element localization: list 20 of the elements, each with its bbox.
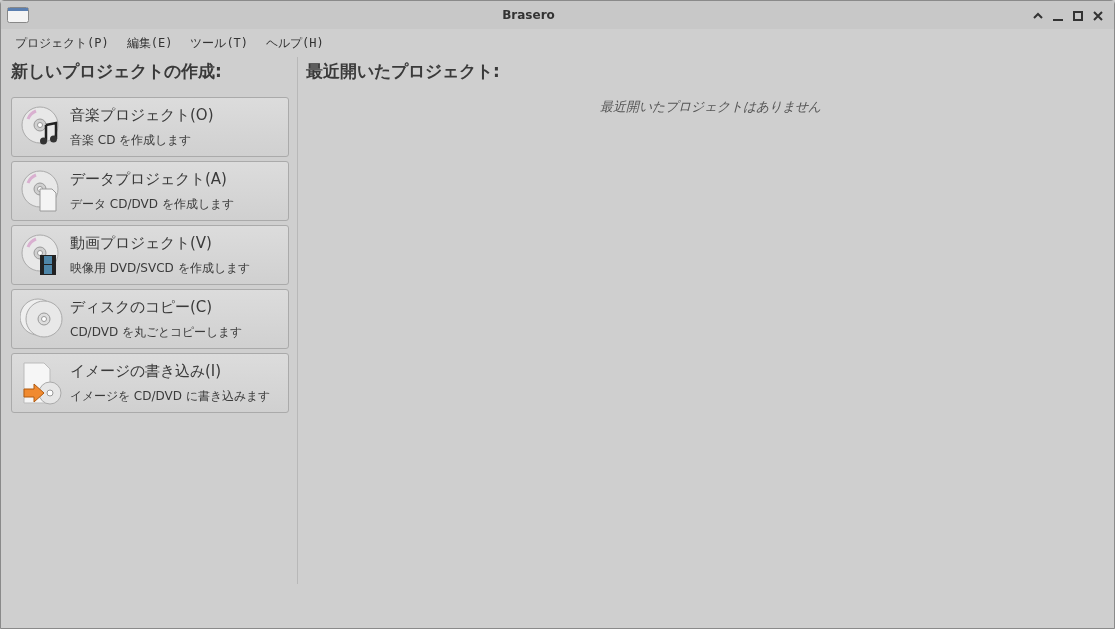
window-icon xyxy=(7,7,29,23)
window-title: Brasero xyxy=(501,7,556,24)
menu-item[interactable]: ヘルプ(H) xyxy=(257,32,333,54)
project-button[interactable]: データプロジェクト(A) データ CD/DVD を作成します xyxy=(11,160,289,221)
menu-item[interactable]: プロジェクト(P) xyxy=(6,32,118,54)
stacked-discs-icon xyxy=(20,296,64,341)
caret-up-icon xyxy=(1033,11,1043,21)
project-button[interactable]: ディスクのコピー(C) CD/DVD を丸ごとコピーします xyxy=(11,288,289,349)
minimize-icon xyxy=(1053,19,1063,21)
menu-item[interactable]: ツール(T) xyxy=(181,32,258,54)
maximize-icon xyxy=(1073,11,1083,21)
project-button[interactable]: イメージの書き込み(I) イメージを CD/DVD に書き込みます xyxy=(11,352,289,413)
file-arrow-disc-icon xyxy=(20,360,64,405)
project-button[interactable]: 音楽プロジェクト(O) 音楽 CD を作成します xyxy=(11,96,289,157)
menu-item[interactable]: 編集(E) xyxy=(117,32,182,54)
empty-message: 最近開いたプロジェクトはありません xyxy=(598,97,822,116)
section-heading: 新しいプロジェクトの作成: xyxy=(11,60,223,83)
close-icon xyxy=(1093,11,1103,21)
project-button[interactable]: 動画プロジェクト(V) 映像用 DVD/SVCD を作成します xyxy=(11,224,289,285)
section-heading: 最近開いたプロジェクト: xyxy=(306,60,501,83)
